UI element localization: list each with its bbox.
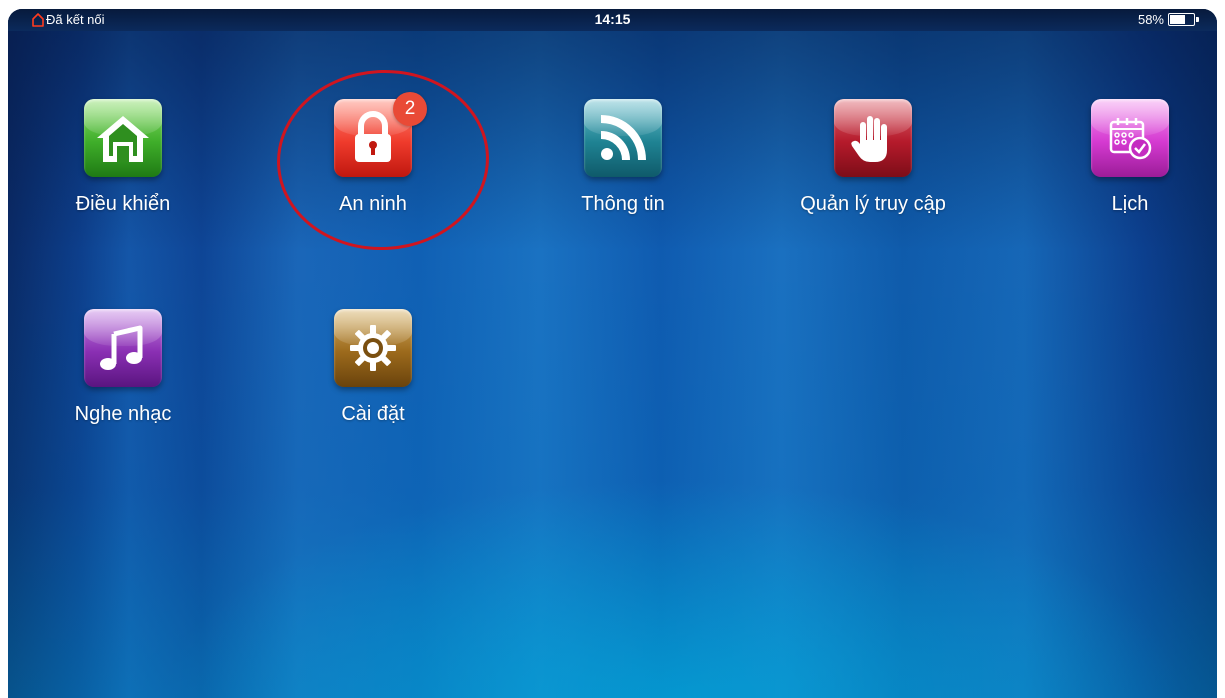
app-label: Nghe nhạc xyxy=(74,403,172,425)
notification-badge: 2 xyxy=(393,92,427,126)
app-tile xyxy=(84,309,162,387)
app-label: Cài đặt xyxy=(341,403,405,425)
battery-icon xyxy=(1168,13,1199,26)
app-label: Thông tin xyxy=(581,193,665,215)
app-tile xyxy=(834,99,912,177)
battery-tip xyxy=(1196,17,1199,22)
battery-fill xyxy=(1170,15,1185,24)
battery-percent: 58% xyxy=(1137,12,1164,27)
app-label: An ninh xyxy=(339,193,407,215)
battery-status: 58% xyxy=(1137,12,1199,27)
calendar-clock-icon xyxy=(1109,118,1152,160)
clock: 14:15 xyxy=(594,11,631,27)
rss-feed-icon xyxy=(600,115,646,161)
app-quan-ly-truy-cap[interactable]: Quản lý truy cập xyxy=(778,99,968,216)
app-label: Điều khiển xyxy=(75,193,171,215)
app-tile xyxy=(584,99,662,177)
app-tile xyxy=(84,99,162,177)
home-screen: Đã kết nối 14:15 58% Điều khiển 2 An nin… xyxy=(8,9,1217,698)
app-label: Lịch xyxy=(1111,193,1149,215)
app-lich[interactable]: Lịch xyxy=(1035,99,1217,216)
app-label: Quản lý truy cập xyxy=(800,193,946,215)
home-icon xyxy=(97,116,149,162)
gear-icon xyxy=(350,325,396,371)
app-cai-dat[interactable]: Cài đặt xyxy=(278,309,468,426)
app-tile xyxy=(1091,99,1169,177)
app-tile xyxy=(334,309,412,387)
app-nghe-nhac[interactable]: Nghe nhạc xyxy=(28,309,218,426)
padlock-icon xyxy=(355,111,391,162)
app-an-ninh[interactable]: 2 An ninh xyxy=(278,92,468,216)
music-note-icon xyxy=(100,325,143,370)
app-thong-tin[interactable]: Thông tin xyxy=(528,99,718,216)
hand-stop-icon xyxy=(851,116,887,162)
app-dieu-khien[interactable]: Điều khiển xyxy=(28,99,218,216)
status-bar: Đã kết nối 14:15 58% xyxy=(8,9,1217,31)
